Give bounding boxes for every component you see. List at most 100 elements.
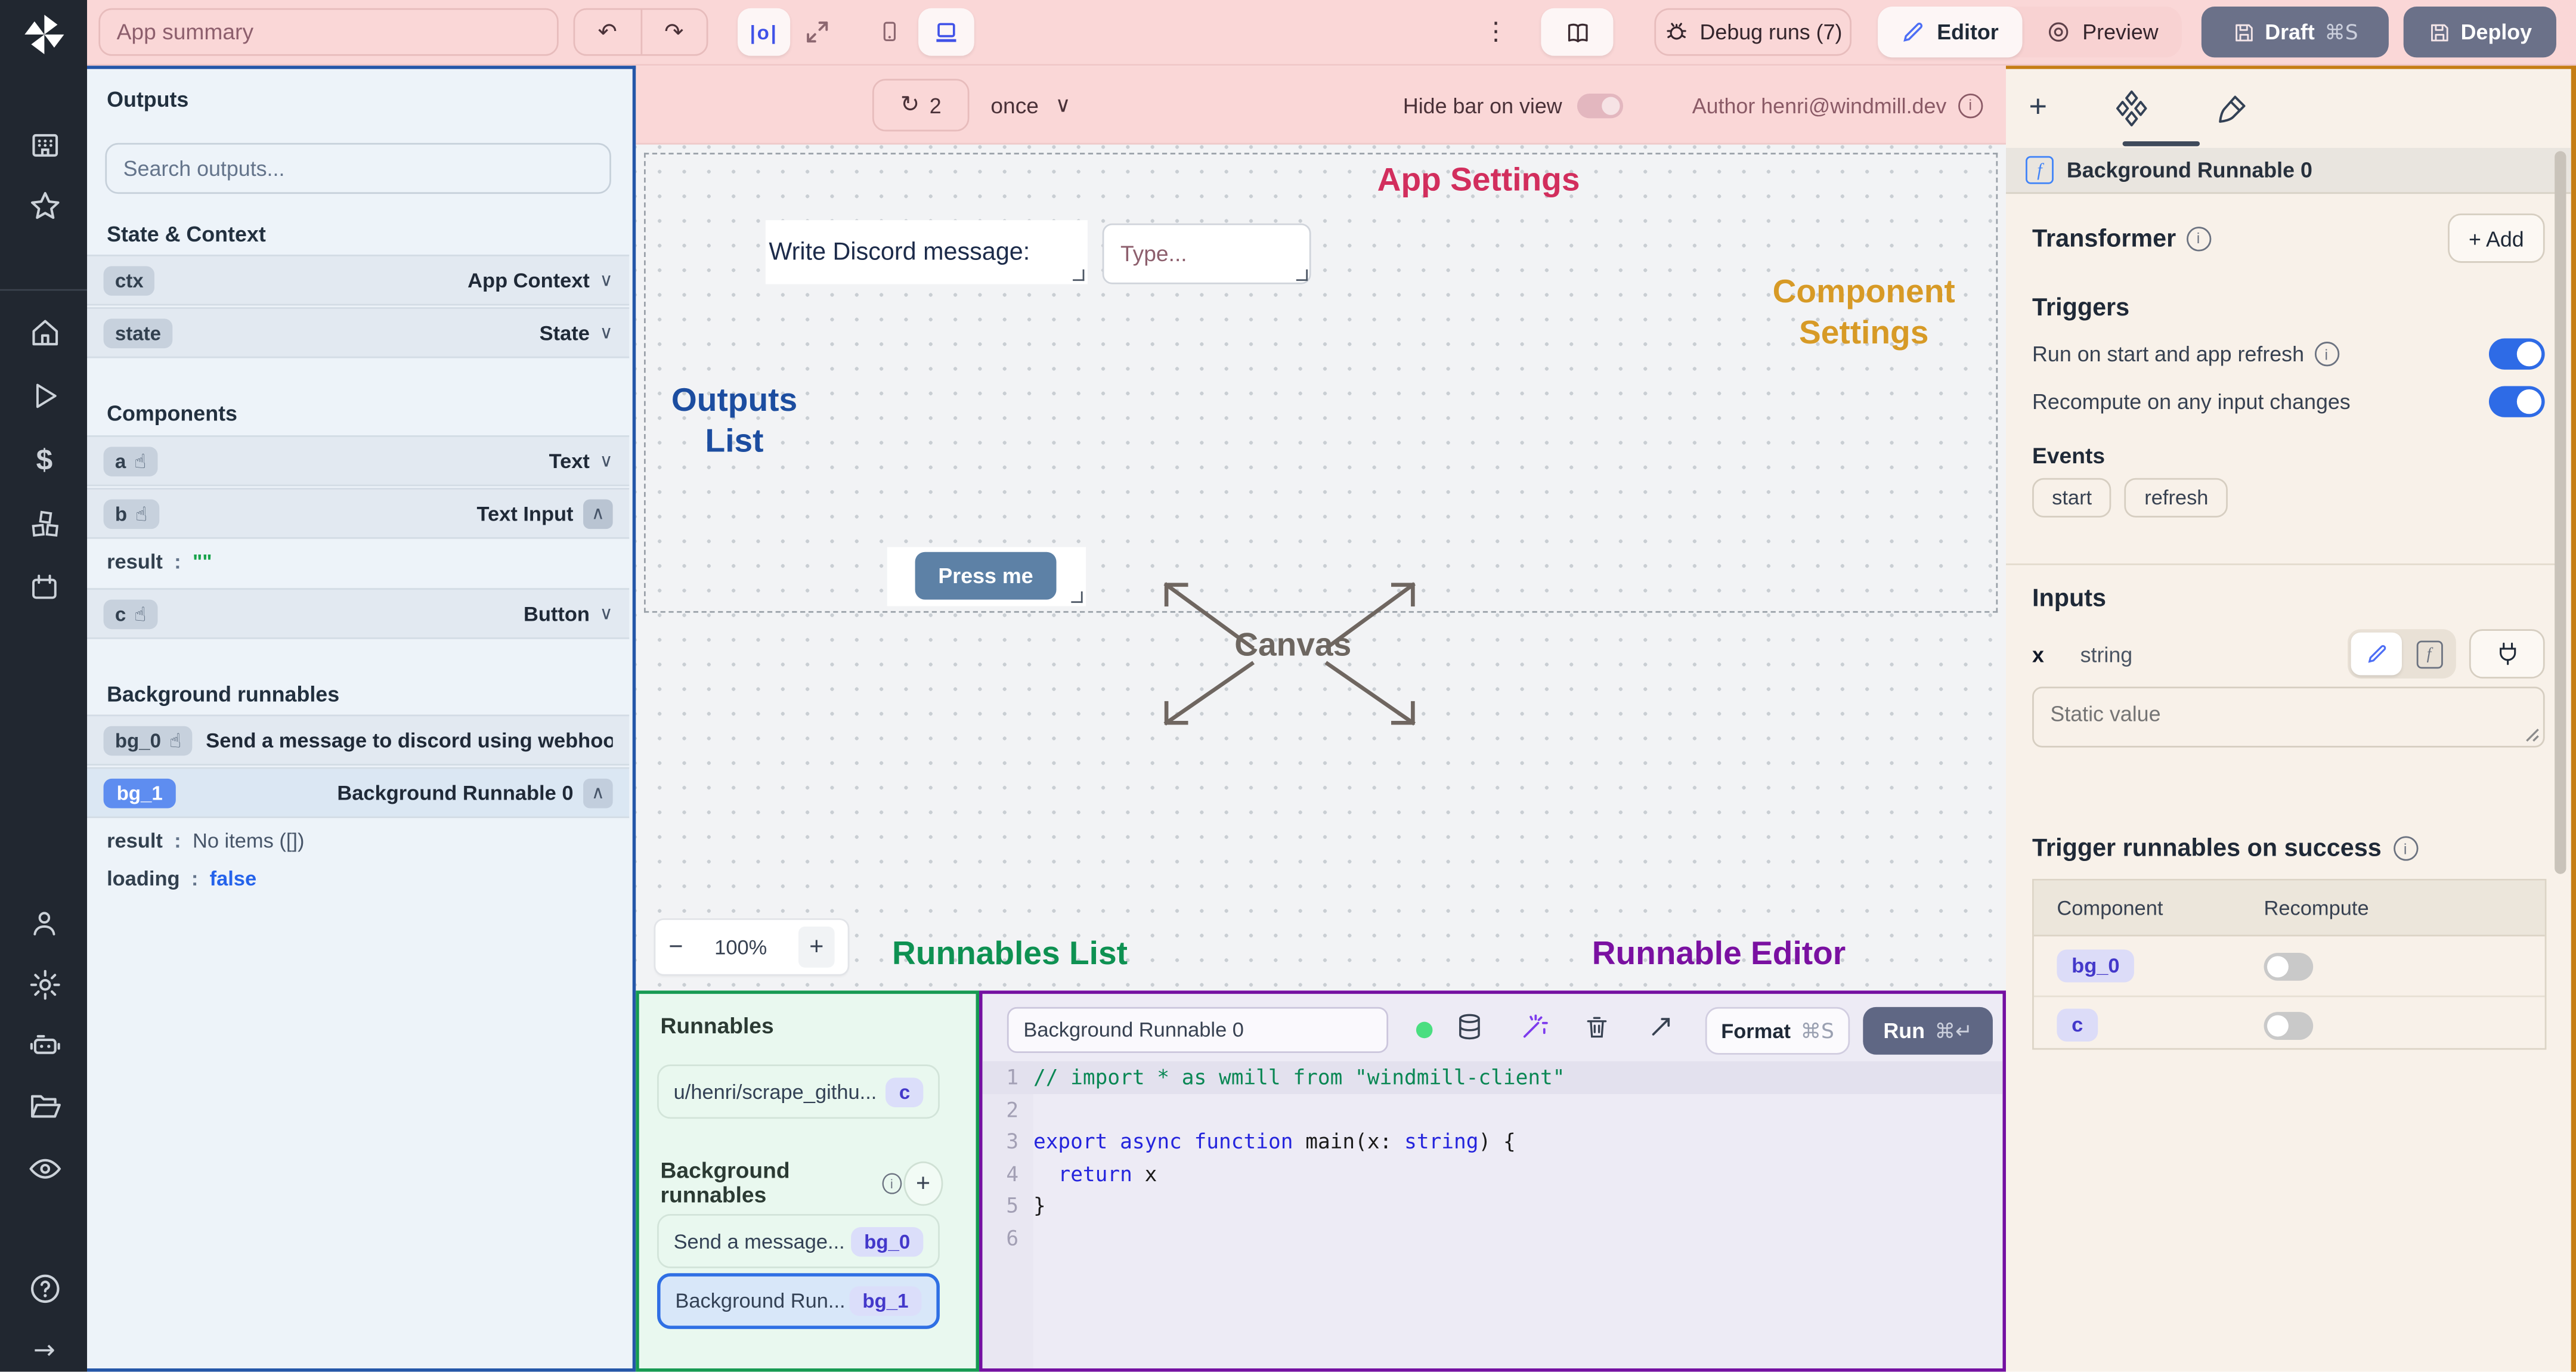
frequency-dropdown[interactable]: once <box>990 79 1070 131</box>
info-icon[interactable] <box>2393 836 2418 861</box>
cache-database-icon[interactable] <box>1456 1012 1484 1042</box>
delete-trash-icon[interactable] <box>1584 1012 1610 1042</box>
text-component[interactable]: Write Discord message: <box>765 220 1088 284</box>
scrollbar-thumb[interactable] <box>2555 151 2566 874</box>
static-mode-pencil-icon[interactable] <box>2351 632 2402 676</box>
draft-button[interactable]: Draft ⌘S <box>2201 7 2389 58</box>
component-badge[interactable]: bg_0 <box>2057 949 2135 983</box>
app-summary-input[interactable] <box>98 8 559 56</box>
runnable-name-input[interactable] <box>1007 1006 1389 1054</box>
chevron-down-icon[interactable] <box>599 322 612 343</box>
variables-dollar-icon[interactable]: $ <box>24 440 64 479</box>
resize-handle[interactable] <box>1073 269 1085 281</box>
code-line[interactable]: 5} <box>983 1190 2003 1222</box>
static-value-field[interactable] <box>2032 686 2545 748</box>
folders-icon[interactable] <box>24 1086 64 1125</box>
debug-runs-button[interactable]: Debug runs (7) <box>1654 8 1852 56</box>
output-row-c[interactable]: c ☝ Button <box>87 588 630 639</box>
audit-eye-icon[interactable] <box>24 1148 64 1188</box>
windmill-logo-icon[interactable] <box>21 11 67 57</box>
recompute-toggle[interactable] <box>2488 386 2545 417</box>
info-icon[interactable] <box>883 1172 902 1194</box>
eval-mode-function-icon[interactable]: f <box>2405 633 2453 676</box>
output-detail-bg1-loading[interactable]: loading: false <box>87 861 629 897</box>
workers-robot-icon[interactable] <box>24 1025 64 1064</box>
styling-brush-tab-icon[interactable] <box>2216 93 2247 124</box>
zoom-out-button[interactable]: − <box>668 933 683 961</box>
press-me-button[interactable]: Press me <box>915 552 1057 600</box>
info-icon[interactable] <box>2314 342 2339 367</box>
recompute-toggle[interactable] <box>2264 1011 2314 1039</box>
format-button[interactable]: Format ⌘S <box>1705 1006 1850 1055</box>
settings-gear-icon[interactable] <box>24 964 64 1004</box>
static-value-textarea[interactable] <box>2033 688 2543 746</box>
runnable-item-bg0[interactable]: Send a message... bg_0 <box>657 1214 940 1268</box>
zoom-in-button[interactable]: + <box>798 926 835 968</box>
event-refresh-pill[interactable]: refresh <box>2125 478 2228 518</box>
code-line[interactable]: 6 <box>983 1221 2003 1253</box>
chevron-down-icon[interactable] <box>599 603 612 624</box>
selected-runnable-header[interactable]: f Background Runnable 0 <box>2005 147 2571 194</box>
recompute-toggle[interactable] <box>2264 952 2314 980</box>
code-editor[interactable]: 1// import * as wmill from "windmill-cli… <box>982 1061 2003 1368</box>
component-badge[interactable]: c <box>2057 1008 2098 1042</box>
runnable-item-bg1-selected[interactable]: Background Run... bg_1 <box>657 1273 940 1329</box>
event-start-pill[interactable]: start <box>2032 478 2112 518</box>
output-row-ctx[interactable]: ctx App Context <box>87 255 630 306</box>
collapse-arrow-icon[interactable]: → <box>24 1329 64 1368</box>
insert-component-tab-plus-icon[interactable]: + <box>2029 91 2048 127</box>
tab-preview[interactable]: Preview <box>2021 7 2181 57</box>
chevron-down-icon[interactable] <box>599 450 612 472</box>
output-row-bg1[interactable]: bg_1 Background Runnable 0 <box>87 767 630 819</box>
collapse-chevron-up-button[interactable] <box>583 778 613 808</box>
info-icon[interactable] <box>1958 92 1983 117</box>
center-component-icon[interactable]: |o| <box>738 8 791 56</box>
info-icon[interactable] <box>2185 225 2211 251</box>
connect-plug-icon[interactable] <box>2469 629 2545 679</box>
users-person-icon[interactable] <box>24 903 64 943</box>
textinput-component[interactable] <box>1102 223 1311 284</box>
schedules-calendar-icon[interactable] <box>24 568 64 608</box>
tab-editor[interactable]: Editor <box>1878 7 2022 58</box>
output-row-a[interactable]: a ☝ Text <box>87 435 630 487</box>
desktop-view-icon[interactable] <box>918 8 974 56</box>
undo-icon[interactable] <box>575 10 642 54</box>
expand-editor-icon[interactable] <box>1648 1014 1674 1040</box>
code-line[interactable]: 4 return x <box>983 1157 2003 1190</box>
output-detail-bg1-result[interactable]: result: No items ([]) <box>87 823 629 859</box>
mobile-view-icon[interactable] <box>871 18 908 46</box>
output-detail-result[interactable]: result: "" <box>87 540 629 581</box>
runnable-item-scrape[interactable]: u/henri/scrape_githu... c <box>657 1064 940 1119</box>
favorites-star-icon[interactable] <box>24 185 64 225</box>
more-options-kebab-icon[interactable] <box>1484 17 1508 47</box>
collapse-chevron-up-button[interactable] <box>583 498 613 528</box>
hide-bar-toggle[interactable] <box>1577 92 1623 117</box>
output-row-bg0[interactable]: bg_0 ☝ Send a message to discord using we… <box>87 714 630 766</box>
redo-icon[interactable] <box>642 10 707 54</box>
expand-icon[interactable] <box>803 18 831 46</box>
resize-handle[interactable] <box>1296 269 1308 281</box>
resize-handle[interactable] <box>1071 591 1083 603</box>
output-row-state[interactable]: state State <box>87 307 630 358</box>
add-background-runnable-button[interactable]: + <box>903 1160 943 1205</box>
textarea-resize-icon[interactable] <box>2525 728 2540 743</box>
refresh-count-button[interactable]: 2 <box>872 79 970 132</box>
discord-message-input[interactable] <box>1102 223 1311 284</box>
deploy-button[interactable]: Deploy <box>2403 7 2556 58</box>
code-line[interactable]: 3 export async function main(x: string) { <box>983 1125 2003 1157</box>
chevron-down-icon[interactable] <box>599 270 612 291</box>
ai-wand-icon[interactable] <box>1519 1012 1549 1042</box>
app-canvas[interactable]: App Settings Write Discord message: Comp… <box>636 66 2006 991</box>
run-on-start-toggle[interactable] <box>2488 338 2545 370</box>
run-button[interactable]: Run ⌘↵ <box>1863 1006 1993 1055</box>
code-line[interactable]: 2 <box>983 1094 2003 1126</box>
output-row-b[interactable]: b ☝ Text Input <box>87 488 630 539</box>
apps-icon[interactable] <box>24 125 64 164</box>
home-icon[interactable] <box>24 312 64 351</box>
help-icon[interactable] <box>24 1268 64 1308</box>
search-outputs-input[interactable] <box>105 143 611 194</box>
component-settings-tab-icon[interactable] <box>2116 90 2147 127</box>
code-line[interactable]: 1// import * as wmill from "windmill-cli… <box>982 1061 2003 1094</box>
runs-play-icon[interactable] <box>24 376 64 416</box>
add-transformer-button[interactable]: + Add <box>2448 213 2545 263</box>
